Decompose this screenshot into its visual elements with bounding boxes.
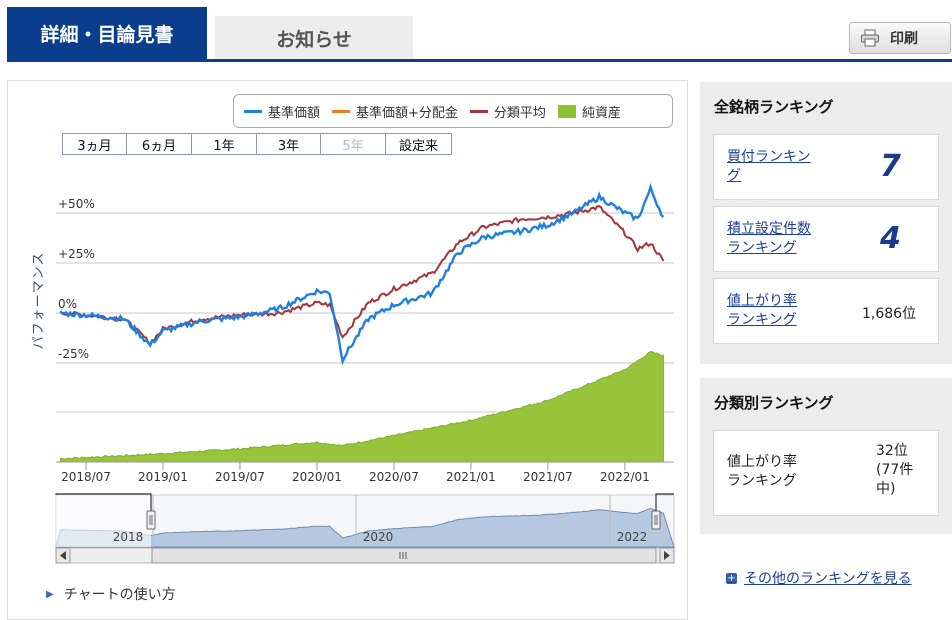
navigator-label: 2018 (113, 530, 144, 544)
category-ranking-value-line1: 32位 (876, 443, 908, 459)
ranking-value-rise: 1,686位 (862, 306, 917, 322)
category-average-line (59, 205, 665, 345)
ranking-link-rise[interactable]: 値上がり率ランキング (727, 292, 797, 330)
ranking-link-rise-line1: 値上がり率 (727, 293, 797, 309)
x-tick-label: 2018/07 (61, 470, 111, 484)
howto-label: チャートの使い方 (63, 587, 176, 603)
category-ranking-label: 値上がり率ランキング (727, 453, 797, 491)
ranking-value-buy: 7 (880, 149, 901, 184)
y-tick-label: +25% (58, 247, 95, 261)
ranking-link-accum[interactable]: 積立設定件数 ランキング (727, 220, 811, 258)
category-ranking-value-line3: 中) (876, 481, 896, 497)
navigator-handle-right[interactable] (651, 510, 661, 530)
all-ranking-title: 全銘柄ランキング (714, 98, 834, 116)
category-ranking-value: 32位 (77件中) (876, 442, 913, 499)
ranking-value-accum: 4 (880, 221, 901, 256)
x-tick-label: 2021/07 (523, 470, 573, 484)
y-tick-label: +50% (58, 197, 95, 211)
navigator-handle-left[interactable] (146, 510, 156, 530)
ranking-card-accum: 積立設定件数 ランキング 4 (713, 206, 939, 272)
net-assets-area (59, 351, 664, 463)
navigator-label: 2020 (363, 530, 394, 544)
x-tick-label: 2022/01 (600, 470, 650, 484)
navigator-label: 2022 (617, 530, 648, 544)
triangle-right-icon: ▶ (46, 588, 54, 600)
ranking-link-accum-line1: 積立設定件数 (727, 221, 811, 237)
all-ranking-panel: 全銘柄ランキング 買付ランキング 7 積立設定件数 ランキング 4 値上がり率ラン… (700, 82, 952, 364)
category-ranking-card: 値上がり率ランキング 32位 (77件中) (713, 430, 939, 516)
category-ranking-title: 分類別ランキング (714, 394, 834, 412)
ranking-link-rise-line2: ランキング (727, 312, 797, 328)
x-tick-label: 2020/01 (292, 470, 342, 484)
ranking-link-buy-line1: 買付ランキン (727, 149, 811, 165)
ranking-link-buy[interactable]: 買付ランキング (727, 148, 811, 186)
category-ranking-label-line1: 値上がり率 (727, 454, 797, 470)
y-tick-label: -25% (58, 347, 89, 361)
category-ranking-value-line2: (77件 (876, 462, 914, 478)
x-tick-label: 2020/07 (369, 470, 419, 484)
ranking-card-rise: 値上がり率ランキング 1,686位 (713, 278, 939, 344)
ranking-link-accum-line2: ランキング (727, 240, 797, 256)
category-ranking-label-line2: ランキング (727, 473, 797, 489)
more-rankings-link[interactable]: + その他のランキングを見る (726, 568, 912, 588)
y-tick-label: 0% (58, 297, 77, 311)
scrollbar-thumb[interactable] (151, 547, 657, 564)
category-ranking-panel: 分類別ランキング 値上がり率ランキング 32位 (77件中) (700, 378, 952, 534)
x-tick-label: 2019/01 (138, 470, 188, 484)
x-tick-label: 2019/07 (215, 470, 265, 484)
plus-square-icon: + (726, 572, 737, 584)
ranking-link-buy-line2: グ (727, 168, 741, 184)
chart-howto-link[interactable]: ▶ チャートの使い方 (46, 584, 176, 604)
more-rankings-label: その他のランキングを見る (744, 571, 912, 587)
ranking-card-buy: 買付ランキング 7 (713, 134, 939, 200)
x-tick-label: 2021/01 (446, 470, 496, 484)
